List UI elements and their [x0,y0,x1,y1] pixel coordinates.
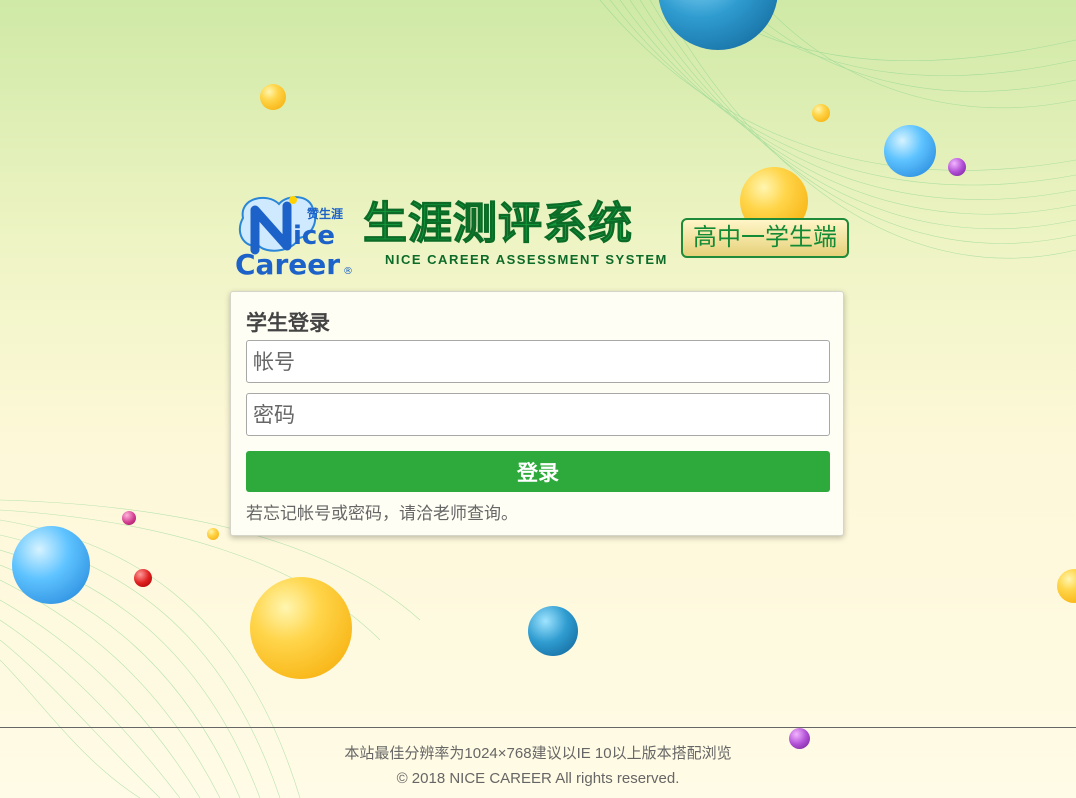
footer-divider [0,727,1076,728]
decorative-ball [250,577,352,679]
forgot-hint: 若忘记帐号或密码，请洽老师查询。 [246,504,518,524]
system-title-cn: 生涯测评系统 [363,198,633,250]
login-button[interactable]: 登录 [246,451,830,492]
user-type-badge: 高中一学生端 [681,218,849,258]
footer-resolution-note: 本站最佳分辨率为1024×768建议以IE 10以上版本搭配浏览 [344,745,732,762]
logo-mark-registered: ® [343,266,353,277]
login-card: 学生登录 登录 若忘记帐号或密码，请洽老师查询。 [230,291,844,536]
decorative-ball [12,526,90,604]
decorative-ball [812,104,830,122]
decorative-ball [948,158,966,176]
decorative-ball [134,569,152,587]
logo-mark-top: 赞生涯 [306,206,343,221]
footer-copyright: © 2018 NICE CAREER All rights reserved. [396,770,680,787]
decorative-ball [884,125,936,177]
header-logo: 赞生涯 ice Career ® 生涯测评系统 NICE CAREER ASSE… [233,188,849,278]
logo-mark-career: Career [235,248,340,278]
login-title: 学生登录 [246,311,330,335]
decorative-ball [260,84,286,110]
account-input[interactable] [246,340,830,383]
decorative-ball [122,511,136,525]
decorative-ball [207,528,219,540]
system-title: 生涯测评系统 NICE CAREER ASSESSMENT SYSTEM [363,198,668,268]
logo-mark-ice: ice [293,221,335,251]
password-input[interactable] [246,393,830,436]
system-title-en: NICE CAREER ASSESSMENT SYSTEM [385,252,668,267]
footer: 本站最佳分辨率为1024×768建议以IE 10以上版本搭配浏览 © 2018 … [0,741,1076,791]
decorative-ball [528,606,578,656]
nice-career-logo-mark: 赞生涯 ice Career ® [235,196,353,278]
